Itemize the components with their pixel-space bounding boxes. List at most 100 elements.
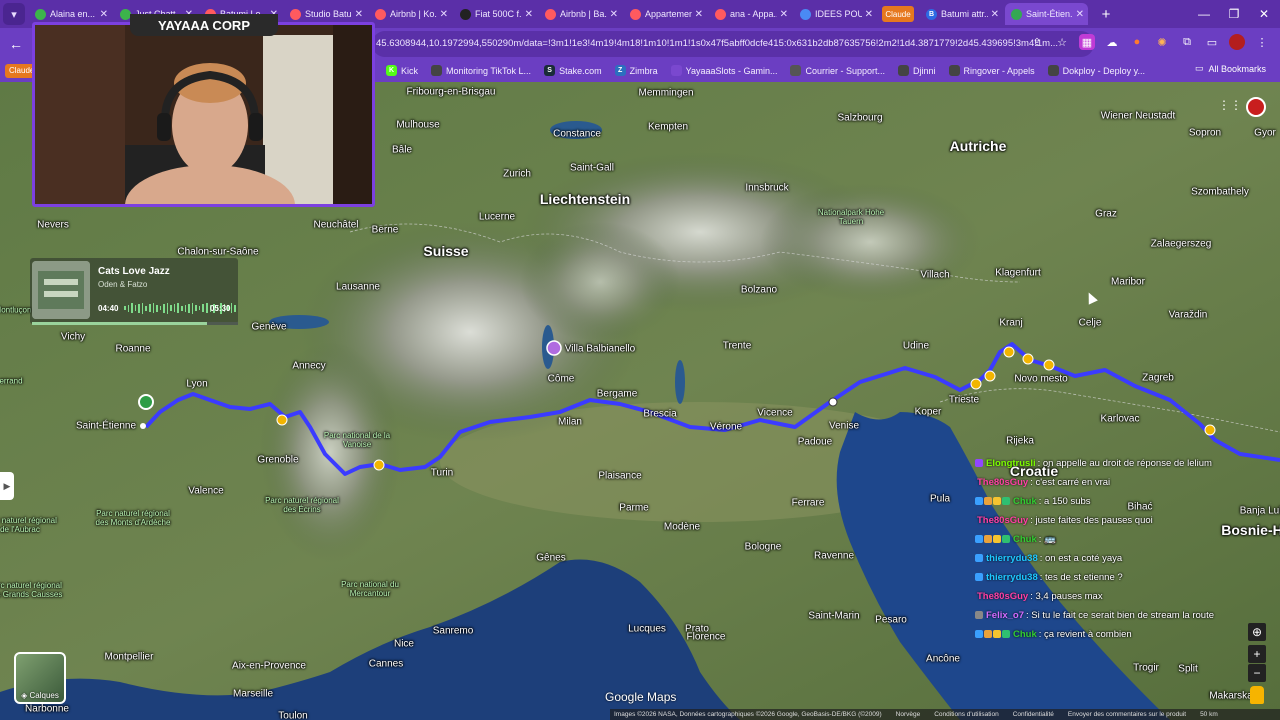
bookmark-item[interactable]: YayaaaSlots - Gamin... bbox=[670, 65, 777, 76]
bookmark-label: Djinni bbox=[913, 65, 936, 76]
extension-cloud-icon[interactable]: ☁ bbox=[1104, 34, 1120, 50]
extension-sun-icon[interactable]: ✺ bbox=[1154, 34, 1170, 50]
bookmark-item[interactable]: Ringover - Appels bbox=[948, 65, 1035, 76]
browser-tab[interactable]: Airbnb | Ko...✕ bbox=[369, 3, 452, 25]
my-location-icon[interactable]: ⊕ bbox=[1248, 623, 1266, 641]
chat-username[interactable]: thierrydu38 bbox=[986, 572, 1038, 583]
city-label: Saint-Gall bbox=[570, 162, 614, 174]
tab-close-icon[interactable]: ✕ bbox=[865, 9, 873, 20]
zoom-in-button[interactable]: + bbox=[1248, 645, 1266, 663]
city-label: Bâle bbox=[391, 144, 413, 156]
browser-tab[interactable]: ana - Appa... ✕ bbox=[709, 3, 792, 25]
chat-badge-icon bbox=[1002, 497, 1010, 505]
chat-text: : 3,4 pauses max bbox=[1030, 590, 1103, 602]
address-bar[interactable]: 45.6308944,10.1972994,550290m/data=!3m1!… bbox=[372, 31, 1094, 57]
chat-badge-icon bbox=[993, 497, 1001, 505]
extension-icon[interactable]: ▦ bbox=[1079, 34, 1095, 50]
bookmark-star-icon[interactable]: ☆ bbox=[1054, 34, 1070, 50]
bookmark-item[interactable]: Courrier - Support... bbox=[790, 65, 885, 76]
restore-icon[interactable]: ❐ bbox=[1218, 0, 1250, 28]
apps-grid-icon[interactable]: ⋮⋮ bbox=[1218, 98, 1242, 112]
install-icon[interactable]: ⇪ bbox=[1029, 34, 1045, 50]
tab-favicon-icon bbox=[290, 8, 301, 20]
footer-item[interactable]: Confidentialité bbox=[1013, 711, 1054, 718]
tab-close-icon[interactable]: ✕ bbox=[610, 9, 618, 20]
tab-search-icon[interactable]: ▾ bbox=[3, 3, 25, 25]
browser-tab[interactable]: Airbnb | Ba...✕ bbox=[539, 3, 622, 25]
chat-username[interactable]: thierrydu38 bbox=[986, 553, 1038, 564]
layers-button[interactable]: ◈ Calques bbox=[14, 652, 66, 704]
minimize-icon[interactable]: — bbox=[1188, 0, 1220, 28]
browser-tab[interactable]: Appartemen...✕ bbox=[624, 3, 707, 25]
browser-tab[interactable]: Fiat 500C f... ✕ bbox=[454, 3, 537, 25]
bookmark-item[interactable]: Z Zimbra bbox=[614, 65, 658, 76]
city-label: Milan bbox=[558, 416, 582, 428]
bookmark-item[interactable]: K Kick bbox=[386, 65, 418, 76]
waveform-bar bbox=[148, 304, 151, 312]
city-label: Koper bbox=[914, 406, 942, 418]
tab-claude-group[interactable]: Claude bbox=[882, 6, 914, 22]
all-bookmarks[interactable]: ▭ All Bookmarks bbox=[1195, 63, 1266, 74]
chat-username[interactable]: Chuk bbox=[1013, 534, 1037, 545]
bookmark-item[interactable]: Djinni bbox=[898, 65, 936, 76]
park-label: Parc naturel régional des Grands Causses bbox=[0, 581, 63, 599]
browser-tab[interactable]: Saint-Étien... ✕ bbox=[1005, 3, 1088, 25]
chat-badge-icon bbox=[975, 611, 983, 619]
city-label: Saint-Étienne bbox=[75, 420, 137, 432]
city-label: Sopron bbox=[1188, 127, 1222, 139]
chat-username[interactable]: The80sGuy bbox=[977, 477, 1028, 488]
waveform-bar bbox=[195, 305, 197, 311]
chat-text: : 🚌 bbox=[1038, 533, 1056, 545]
city-label: Ravenne bbox=[813, 550, 855, 562]
chat-username[interactable]: Chuk bbox=[1013, 629, 1037, 640]
map-profile-avatar[interactable] bbox=[1246, 97, 1266, 117]
city-label: Salzbourg bbox=[837, 112, 883, 124]
chat-badge-icon bbox=[984, 497, 992, 505]
chat-username[interactable]: The80sGuy bbox=[977, 515, 1028, 526]
pegman-icon[interactable] bbox=[1250, 686, 1264, 704]
chat-username[interactable]: Chuk bbox=[1013, 496, 1037, 507]
profile-avatar-icon[interactable] bbox=[1229, 34, 1245, 50]
bookmark-item[interactable]: Monitoring TikTok L... bbox=[431, 65, 531, 76]
footer-item[interactable]: Conditions d'utilisation bbox=[934, 711, 998, 718]
extensions-puzzle-icon[interactable]: ⧉ bbox=[1179, 34, 1195, 50]
close-window-icon[interactable]: ✕ bbox=[1248, 0, 1280, 28]
chat-username[interactable]: Elongtrusli bbox=[986, 458, 1036, 469]
city-label: Mulhouse bbox=[396, 119, 440, 131]
webcam-feed bbox=[35, 25, 372, 204]
tab-close-icon[interactable]: ✕ bbox=[780, 9, 788, 20]
chat-username[interactable]: The80sGuy bbox=[977, 591, 1028, 602]
tab-close-icon[interactable]: ✕ bbox=[440, 9, 448, 20]
zoom-out-button[interactable]: − bbox=[1248, 664, 1266, 682]
city-label: Marseille bbox=[232, 688, 274, 700]
city-label: Graz bbox=[1095, 208, 1117, 220]
tab-close-icon[interactable]: ✕ bbox=[355, 9, 363, 20]
music-widget: Cats Love Jazz Oden & Fatzo 04:40 05:30 bbox=[30, 258, 238, 325]
footer-item[interactable]: Envoyer des commentaires sur le produit bbox=[1068, 711, 1186, 718]
browser-tab[interactable]: B Batumi attr... ✕ bbox=[920, 3, 1003, 25]
footer-item[interactable]: 50 km bbox=[1200, 711, 1218, 718]
tab-close-icon[interactable]: ✕ bbox=[695, 9, 703, 20]
browser-tab[interactable]: IDEES POUR...✕ bbox=[794, 3, 877, 25]
tab-close-icon[interactable]: ✕ bbox=[1076, 9, 1084, 20]
bookmark-item[interactable]: S Stake.com bbox=[544, 65, 602, 76]
bookmark-item[interactable]: Dokploy - Deploy y... bbox=[1047, 65, 1145, 76]
chat-message: The80sGuy: 3,4 pauses max bbox=[975, 588, 1103, 604]
tab-close-icon[interactable]: ✕ bbox=[991, 9, 999, 20]
city-label: Berne bbox=[371, 224, 399, 236]
city-label: Maribor bbox=[1111, 276, 1145, 288]
tab-title: Studio Batu... bbox=[305, 9, 352, 19]
menu-kebab-icon[interactable]: ⋮ bbox=[1254, 34, 1270, 50]
bookmark-favicon-icon: K bbox=[386, 65, 397, 76]
tab-close-icon[interactable]: ✕ bbox=[100, 9, 108, 20]
collapse-panel-arrow-icon[interactable]: ▶ bbox=[0, 472, 14, 500]
bookmark-label: Dokploy - Deploy y... bbox=[1062, 65, 1145, 76]
chat-username[interactable]: Felix_o7 bbox=[986, 610, 1024, 621]
extension-flame-icon[interactable]: ● bbox=[1129, 34, 1145, 50]
footer-item[interactable]: Norvège bbox=[896, 711, 921, 718]
tab-close-icon[interactable]: ✕ bbox=[525, 9, 533, 20]
progress-bar bbox=[32, 322, 238, 325]
back-arrow-icon[interactable]: ← bbox=[2, 30, 30, 58]
new-tab-plus-icon[interactable]: + bbox=[1096, 4, 1116, 24]
sidepanel-icon[interactable]: ▭ bbox=[1204, 34, 1220, 50]
